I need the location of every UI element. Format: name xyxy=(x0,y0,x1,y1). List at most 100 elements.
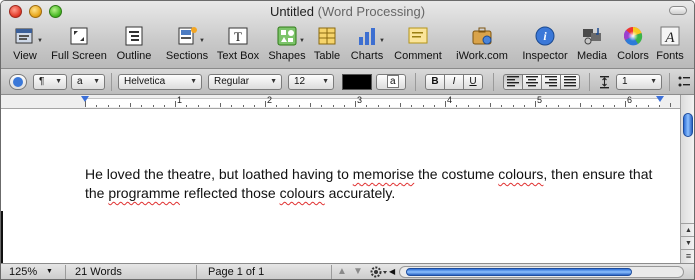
outline-icon xyxy=(122,25,146,47)
ruler-tick xyxy=(141,105,143,107)
align-right-button[interactable] xyxy=(541,74,561,90)
colors-button[interactable]: Colors xyxy=(616,25,650,62)
character-style-value: a xyxy=(77,76,83,87)
text-box-button[interactable]: T Text Box xyxy=(215,25,261,62)
iwork-com-button[interactable]: iWork.com xyxy=(455,25,509,62)
horizontal-scrollbar[interactable] xyxy=(399,266,684,278)
font-family-popup[interactable]: Helvetica ▼ xyxy=(118,74,202,90)
ruler-tick xyxy=(658,105,660,107)
next-page-icon[interactable]: ▼ xyxy=(353,266,363,277)
chevron-down-icon: ▼ xyxy=(55,78,62,85)
styles-drawer-button[interactable] xyxy=(9,74,27,90)
line-spacing-popup[interactable]: 1 ▼ xyxy=(616,74,662,90)
comment-button[interactable]: Comment xyxy=(393,25,443,62)
outline-button[interactable]: Outline xyxy=(112,25,156,62)
ruler-tick xyxy=(388,105,390,107)
table-button[interactable]: Table xyxy=(312,25,342,62)
ruler-number: 2 xyxy=(267,95,273,105)
misspelled-word[interactable]: memorise xyxy=(353,166,414,182)
scroll-down-arrow-icon[interactable]: ▼ xyxy=(681,236,694,249)
sections-button[interactable]: ▼ Sections xyxy=(163,25,211,62)
divider xyxy=(589,73,590,91)
misspelled-word[interactable]: programme xyxy=(108,185,180,201)
ruler-tick xyxy=(175,101,176,107)
font-size-value: 12 xyxy=(294,76,306,87)
title-toolbar: Untitled (Word Processing) ▼ View Full S… xyxy=(1,1,694,69)
ruler-tick xyxy=(208,105,210,107)
ruler-tick xyxy=(130,103,131,107)
ruler-tick xyxy=(501,105,503,107)
text-run: the costume xyxy=(414,166,499,182)
ruler-tick xyxy=(377,105,379,107)
shapes-button[interactable]: ▼ Shapes xyxy=(268,25,306,62)
font-size-field[interactable]: 12 ▼ xyxy=(288,74,334,90)
fonts-button[interactable]: A Fonts xyxy=(654,25,686,62)
ruler-tick xyxy=(366,105,368,107)
scroll-left-arrow-icon[interactable]: ◀ xyxy=(389,267,395,276)
ruler-tick xyxy=(568,105,570,107)
scroll-up-arrow-icon[interactable]: ▲ xyxy=(681,223,694,236)
bold-button[interactable]: B xyxy=(425,74,445,90)
misspelled-word[interactable]: colours xyxy=(498,166,543,182)
fullscreen-icon xyxy=(67,25,91,47)
ruler[interactable]: 1 2 3 4 5 6 7 xyxy=(1,95,680,109)
ruler-tick xyxy=(591,105,593,107)
ruler-tick xyxy=(602,105,604,107)
align-left-button[interactable] xyxy=(503,74,523,90)
ruler-number: 5 xyxy=(537,95,543,105)
ruler-number: 6 xyxy=(627,95,633,105)
ruler-tick xyxy=(546,105,548,107)
character-style-popup[interactable]: a ▼ xyxy=(71,74,105,90)
document-body-text[interactable]: He loved the theatre, but loathed having… xyxy=(85,165,665,203)
inspector-button[interactable]: i Inspector xyxy=(521,25,569,62)
italic-button[interactable]: I xyxy=(444,74,464,90)
ruler-tick xyxy=(253,105,255,107)
vertical-scrollbar[interactable]: ▲ ▼ ≡ xyxy=(680,95,694,263)
ruler-tick xyxy=(523,105,525,107)
media-icon xyxy=(580,25,604,47)
horizontal-scroll-thumb[interactable] xyxy=(406,268,632,276)
ruler-tick xyxy=(107,105,109,107)
align-center-icon xyxy=(526,76,538,87)
charts-button[interactable]: ▼ Charts xyxy=(349,25,385,62)
page-navigator-icon[interactable]: ≡ xyxy=(681,249,694,262)
ruler-tick xyxy=(647,105,649,107)
list-bullets-icon[interactable] xyxy=(677,74,691,90)
vertical-scroll-thumb[interactable] xyxy=(683,113,693,137)
zoom-dropdown-icon[interactable]: ▼ xyxy=(46,268,53,275)
iwork-icon xyxy=(470,25,494,47)
view-icon: ▼ xyxy=(13,25,43,47)
ruler-tick xyxy=(613,105,615,107)
align-center-button[interactable] xyxy=(522,74,542,90)
font-style-popup[interactable]: Regular ▼ xyxy=(208,74,282,90)
ruler-tick xyxy=(343,105,345,107)
divider xyxy=(493,73,494,91)
ruler-tick xyxy=(220,103,221,107)
toolbar-toggle-button[interactable] xyxy=(669,6,687,15)
underline-button[interactable]: U xyxy=(463,74,483,90)
ruler-tick xyxy=(557,105,559,107)
full-screen-button[interactable]: Full Screen xyxy=(50,25,108,62)
right-indent-marker[interactable] xyxy=(656,96,664,102)
ruler-tick xyxy=(321,105,323,107)
highlight-color-value: a xyxy=(387,75,399,88)
justify-button[interactable] xyxy=(560,74,580,90)
text-run: He loved the theatre, but loathed having… xyxy=(85,166,353,182)
paragraph-style-popup[interactable]: ¶ ▼ xyxy=(33,74,67,90)
misspelled-word[interactable]: colours xyxy=(280,185,325,201)
document-canvas[interactable]: He loved the theatre, but loathed having… xyxy=(1,110,680,263)
word-count: 21 Words xyxy=(75,266,122,278)
ruler-tick xyxy=(231,105,233,107)
svg-text:A: A xyxy=(664,30,675,46)
ruler-text-area xyxy=(85,98,660,107)
view-button[interactable]: ▼ View xyxy=(7,25,43,62)
ruler-tick xyxy=(332,105,334,107)
ruler-tick xyxy=(118,105,120,107)
text-color-well[interactable] xyxy=(342,74,372,90)
gear-icon[interactable] xyxy=(369,265,389,279)
media-button[interactable]: Media xyxy=(575,25,609,62)
previous-page-icon[interactable]: ▲ xyxy=(337,266,347,277)
chevron-down-icon: ▼ xyxy=(650,78,657,85)
zoom-level[interactable]: 125% xyxy=(9,266,37,278)
highlight-color-well[interactable]: a xyxy=(376,74,406,90)
